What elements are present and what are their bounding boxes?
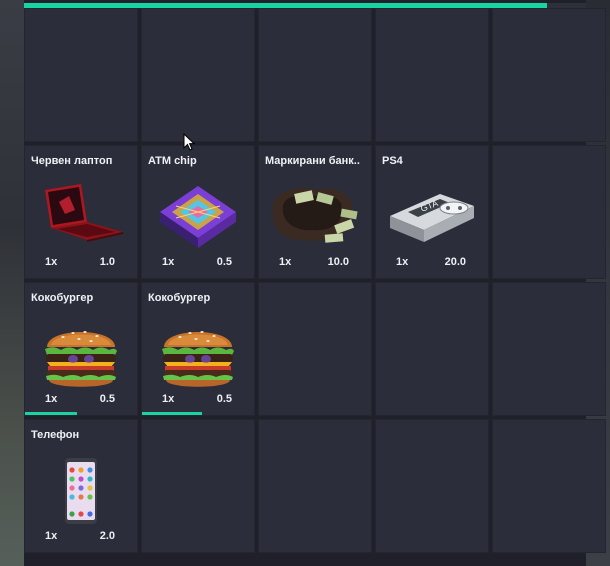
inventory-slot[interactable]: PS4 GTA 1x 20.0 xyxy=(375,145,489,279)
item-name: Кокобургер xyxy=(148,292,211,304)
item-name: Кокобургер xyxy=(31,292,94,304)
item-name: Червен лаптоп xyxy=(31,155,113,167)
laptop-icon xyxy=(35,182,127,249)
inventory-slot[interactable]: Червен лаптоп 1x 1.0 xyxy=(24,145,138,279)
item-name: Маркирани банк.. xyxy=(265,155,360,167)
item-weight: 2.0 xyxy=(99,530,115,542)
inventory-slot-empty[interactable] xyxy=(141,419,255,553)
item-weight: 10.0 xyxy=(327,256,349,268)
item-quantity: 1x xyxy=(162,256,175,268)
item-quantity: 1x xyxy=(396,256,409,268)
chip-icon xyxy=(156,182,240,259)
item-durability-fill xyxy=(142,412,203,415)
item-durability-bar xyxy=(142,412,254,415)
inventory-slot[interactable]: Кокобургер 1x 0.5 xyxy=(141,282,255,416)
inventory-slot-empty[interactable] xyxy=(258,419,372,553)
item-quantity: 1x xyxy=(45,530,58,542)
item-durability-fill xyxy=(25,412,77,415)
item-name: PS4 xyxy=(382,155,403,167)
item-quantity: 1x xyxy=(45,256,58,268)
item-durability-bar xyxy=(25,412,137,415)
inventory-slot-empty[interactable] xyxy=(492,8,606,142)
item-weight: 0.5 xyxy=(99,393,115,405)
inventory-slot[interactable]: Кокобургер 1x 0.5 xyxy=(24,282,138,416)
console-icon: GTA xyxy=(384,182,480,251)
inventory-slot-empty[interactable] xyxy=(492,145,606,279)
item-weight: 0.5 xyxy=(216,393,232,405)
inventory-slot-empty[interactable] xyxy=(258,282,372,416)
phone-icon xyxy=(61,456,101,531)
money-bag-icon xyxy=(265,182,365,257)
inventory-slot-empty[interactable] xyxy=(375,282,489,416)
inventory-panel: Червен лаптоп 1x 1.0 ATM chip 1x 0.5 Маркира… xyxy=(24,0,606,566)
item-name: Телефон xyxy=(31,429,80,441)
inventory-slot-empty[interactable] xyxy=(375,419,489,553)
burger-icon xyxy=(41,319,121,398)
inventory-slot-empty[interactable] xyxy=(141,8,255,142)
burger-icon xyxy=(158,319,238,398)
item-weight: 1.0 xyxy=(99,256,115,268)
item-quantity: 1x xyxy=(162,393,175,405)
inventory-slot-empty[interactable] xyxy=(375,8,489,142)
item-weight: 0.5 xyxy=(216,256,232,268)
inventory-slot-empty[interactable] xyxy=(24,8,138,142)
background-world-left xyxy=(0,0,24,566)
inventory-slot-empty[interactable] xyxy=(492,419,606,553)
inventory-grid: Червен лаптоп 1x 1.0 ATM chip 1x 0.5 Маркира… xyxy=(24,8,606,553)
item-weight: 20.0 xyxy=(444,256,466,268)
inventory-slot-empty[interactable] xyxy=(492,282,606,416)
inventory-slot-empty[interactable] xyxy=(258,8,372,142)
mouse-cursor-icon xyxy=(183,133,195,151)
inventory-slot[interactable]: ATM chip 1x 0.5 xyxy=(141,145,255,279)
item-name: ATM chip xyxy=(148,155,197,167)
inventory-slot[interactable]: Телефон 1x 2.0 xyxy=(24,419,138,553)
item-quantity: 1x xyxy=(45,393,58,405)
inventory-slot[interactable]: Маркирани банк.. 1x 10.0 xyxy=(258,145,372,279)
item-quantity: 1x xyxy=(279,256,292,268)
